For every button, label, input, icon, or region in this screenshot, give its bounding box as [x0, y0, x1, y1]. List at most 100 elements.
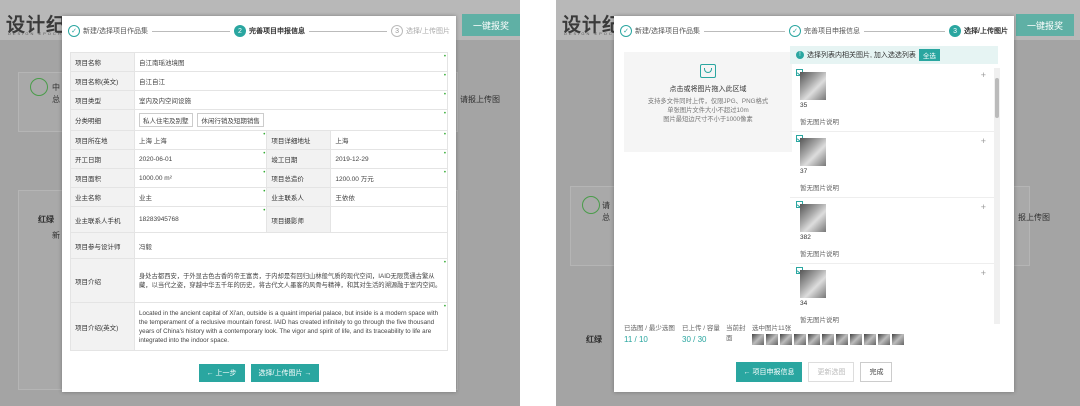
prev-step-button[interactable]: ← 上一步 — [198, 364, 245, 382]
one-click-award-button[interactable]: 一键报奖 — [1016, 14, 1074, 36]
table-row: 项目名称(英文) 自江自江 • — [70, 71, 448, 91]
table-row: 项目类型 室内及内空间设施 • — [70, 90, 448, 110]
required-mark: • — [263, 208, 266, 214]
next-step-button[interactable]: 选择/上传图片 → — [250, 364, 320, 382]
upload-hint: 图片最短边尺寸不小于1000像素 — [663, 116, 753, 123]
required-mark: • — [443, 304, 446, 310]
upload-dropzone[interactable]: 点击或将图片拖入此区域 支持多文件同时上传，仅限JPG、PNG格式 单张图片文件… — [624, 52, 792, 152]
add-icon[interactable]: + — [981, 136, 986, 146]
field-label: 业主联系人手机 — [70, 206, 135, 233]
step-1: ✓ 新建/选择项目作品集 — [620, 25, 700, 37]
area-field[interactable]: 1000.00 m² • — [133, 168, 268, 188]
update-selection-button[interactable]: 更新选图 — [808, 362, 855, 382]
step-3: 3 选择/上传图片 — [391, 25, 450, 37]
finish-button[interactable]: 完成 — [860, 362, 893, 382]
start-date-field[interactable]: 2020-06-01 • — [133, 149, 268, 169]
image-thumbnail[interactable] — [808, 334, 820, 345]
image-list-scrollbar[interactable] — [994, 68, 1000, 324]
check-icon: ✓ — [789, 25, 801, 37]
project-name-en-field[interactable]: 自江自江 • — [134, 71, 448, 91]
image-thumbnail — [800, 138, 826, 166]
image-thumbnail[interactable] — [766, 334, 778, 345]
image-list: 35 暂无图片说明 + 37 暂无图片说明 + 382 暂无图片说明 + 34 … — [790, 68, 1000, 324]
address-field[interactable]: 上海 • — [330, 130, 448, 150]
end-date-field[interactable]: 2019-12-29 • — [330, 149, 448, 169]
image-list-hint: 选择列表内相关图片, 加入选选列表 — [807, 52, 916, 59]
add-icon[interactable]: + — [981, 268, 986, 278]
intro-en-field[interactable]: Located in the ancient capital of Xi'an,… — [134, 302, 448, 351]
scrollbar-thumb[interactable] — [995, 78, 999, 118]
back-to-info-button[interactable]: ← 项目申报信息 — [735, 362, 803, 382]
step-label: 完善项目申报信息 — [249, 28, 305, 35]
list-item[interactable]: 37 暂无图片说明 + — [790, 134, 1000, 198]
background-text: 新 — [52, 231, 60, 240]
category-tag[interactable]: 休闲行销及短期销售 — [197, 113, 264, 127]
field-label: 项目类型 — [70, 90, 135, 110]
image-thumbnail[interactable] — [752, 334, 764, 345]
one-click-award-button[interactable]: 一键报奖 — [462, 14, 520, 36]
image-thumbnail[interactable] — [822, 334, 834, 345]
modal-footer: ← 项目申报信息 更新选图 完成 — [614, 362, 1014, 382]
table-row: 项目所在地 上海 上海 • 项目详细地址 上海 • — [70, 130, 448, 150]
list-item[interactable]: 34 暂无图片说明 + — [790, 266, 1000, 324]
modal-footer: ← 上一步 选择/上传图片 → — [62, 364, 456, 382]
step-indicator: ✓ 新建/选择项目作品集 ✓ 完善项目申报信息 3 选择/上传图片 — [614, 16, 1014, 46]
field-label: 项目摄影师 — [266, 206, 332, 233]
list-item[interactable]: 35 暂无图片说明 + — [790, 68, 1000, 132]
participants-field[interactable]: 冯毅 — [134, 232, 448, 259]
add-icon[interactable]: + — [981, 70, 986, 80]
table-row: 开工日期 2020-06-01 • 竣工日期 2019-12-29 • — [70, 149, 448, 169]
step-2: ✓ 完善项目申报信息 — [789, 25, 860, 37]
field-label: 项目介绍(英文) — [70, 302, 135, 351]
image-thumbnail[interactable] — [850, 334, 862, 345]
background-text: 总 — [602, 213, 610, 222]
table-row: 分类明细 私人住宅及别墅 休闲行销及短期销售 • — [70, 109, 448, 131]
check-icon: ✓ — [68, 25, 80, 37]
list-item[interactable]: 382 暂无图片说明 + — [790, 200, 1000, 264]
chosen-images: 选中图片11张 — [752, 322, 791, 332]
image-thumbnail — [800, 270, 826, 298]
stat-value: 30 / 30 — [682, 335, 707, 344]
image-thumbnail[interactable] — [836, 334, 848, 345]
table-row: 项目面积 1000.00 m² • 项目总造价 1200.00 万元 • — [70, 168, 448, 188]
upload-hint: 单张图片文件大小不超过10m — [667, 107, 749, 114]
background-check-icon — [582, 196, 600, 214]
intro-field[interactable]: 身处古都西安，于外显古色古香的帝王富贵，于内却是有回归山林般气质的现代空间，IA… — [134, 258, 448, 303]
field-label: 项目详细地址 — [266, 130, 332, 150]
image-thumbnail — [800, 204, 826, 232]
field-label: 项目名称(英文) — [70, 71, 135, 91]
image-number: 34 — [800, 300, 808, 307]
left-screenshot: 设计纪元 DESIGN EPOCH 一键报奖 中 总 请报上传图 红绿 新 ✓ … — [0, 0, 520, 406]
project-info-table: 项目名称 自江南瑶池境图 • 项目名称(英文) 自江自江 • 项目类型 室内及内空间… — [70, 52, 448, 351]
project-type-field[interactable]: 室内及内空间设施 • — [134, 90, 448, 110]
field-label: 竣工日期 — [266, 149, 332, 169]
photographer-field[interactable] — [330, 206, 448, 233]
add-icon[interactable]: + — [981, 202, 986, 212]
location-field[interactable]: 上海 上海 • — [133, 130, 268, 150]
step-label: 完善项目申报信息 — [804, 28, 860, 35]
field-label: 项目名称 — [70, 52, 135, 72]
owner-phone-field[interactable]: 18283945768 • — [133, 206, 268, 233]
required-mark: • — [443, 151, 446, 157]
step-connector — [309, 30, 388, 32]
project-name-field[interactable]: 自江南瑶池境图 • — [134, 52, 448, 72]
project-info-modal: ✓ 新建/选择项目作品集 2 完善项目申报信息 3 选择/上传图片 项目名称 自… — [62, 16, 456, 392]
image-thumbnail[interactable] — [864, 334, 876, 345]
owner-name-field[interactable]: 业主 • — [133, 187, 268, 207]
step-number: 3 — [391, 25, 404, 37]
image-number: 382 — [800, 234, 811, 241]
background-text: 请报上传图 — [460, 95, 500, 104]
owner-contact-field[interactable]: 王依依 — [330, 187, 448, 207]
field-label: 业主名称 — [70, 187, 135, 207]
category-field[interactable]: 私人住宅及别墅 休闲行销及短期销售 • — [134, 109, 448, 131]
upload-title: 点击或将图片拖入此区域 — [669, 86, 747, 93]
select-all-button[interactable]: 全选 — [918, 49, 940, 61]
image-thumbnail[interactable] — [878, 334, 890, 345]
image-thumbnail[interactable] — [892, 334, 904, 345]
background-text: 红绿 — [38, 215, 54, 224]
total-cost-field[interactable]: 1200.00 万元 • — [330, 168, 448, 188]
category-tag[interactable]: 私人住宅及别墅 — [139, 113, 193, 127]
image-thumbnail[interactable] — [780, 334, 792, 345]
image-thumbnail[interactable] — [794, 334, 806, 345]
image-description: 暂无图片说明 — [800, 251, 839, 258]
